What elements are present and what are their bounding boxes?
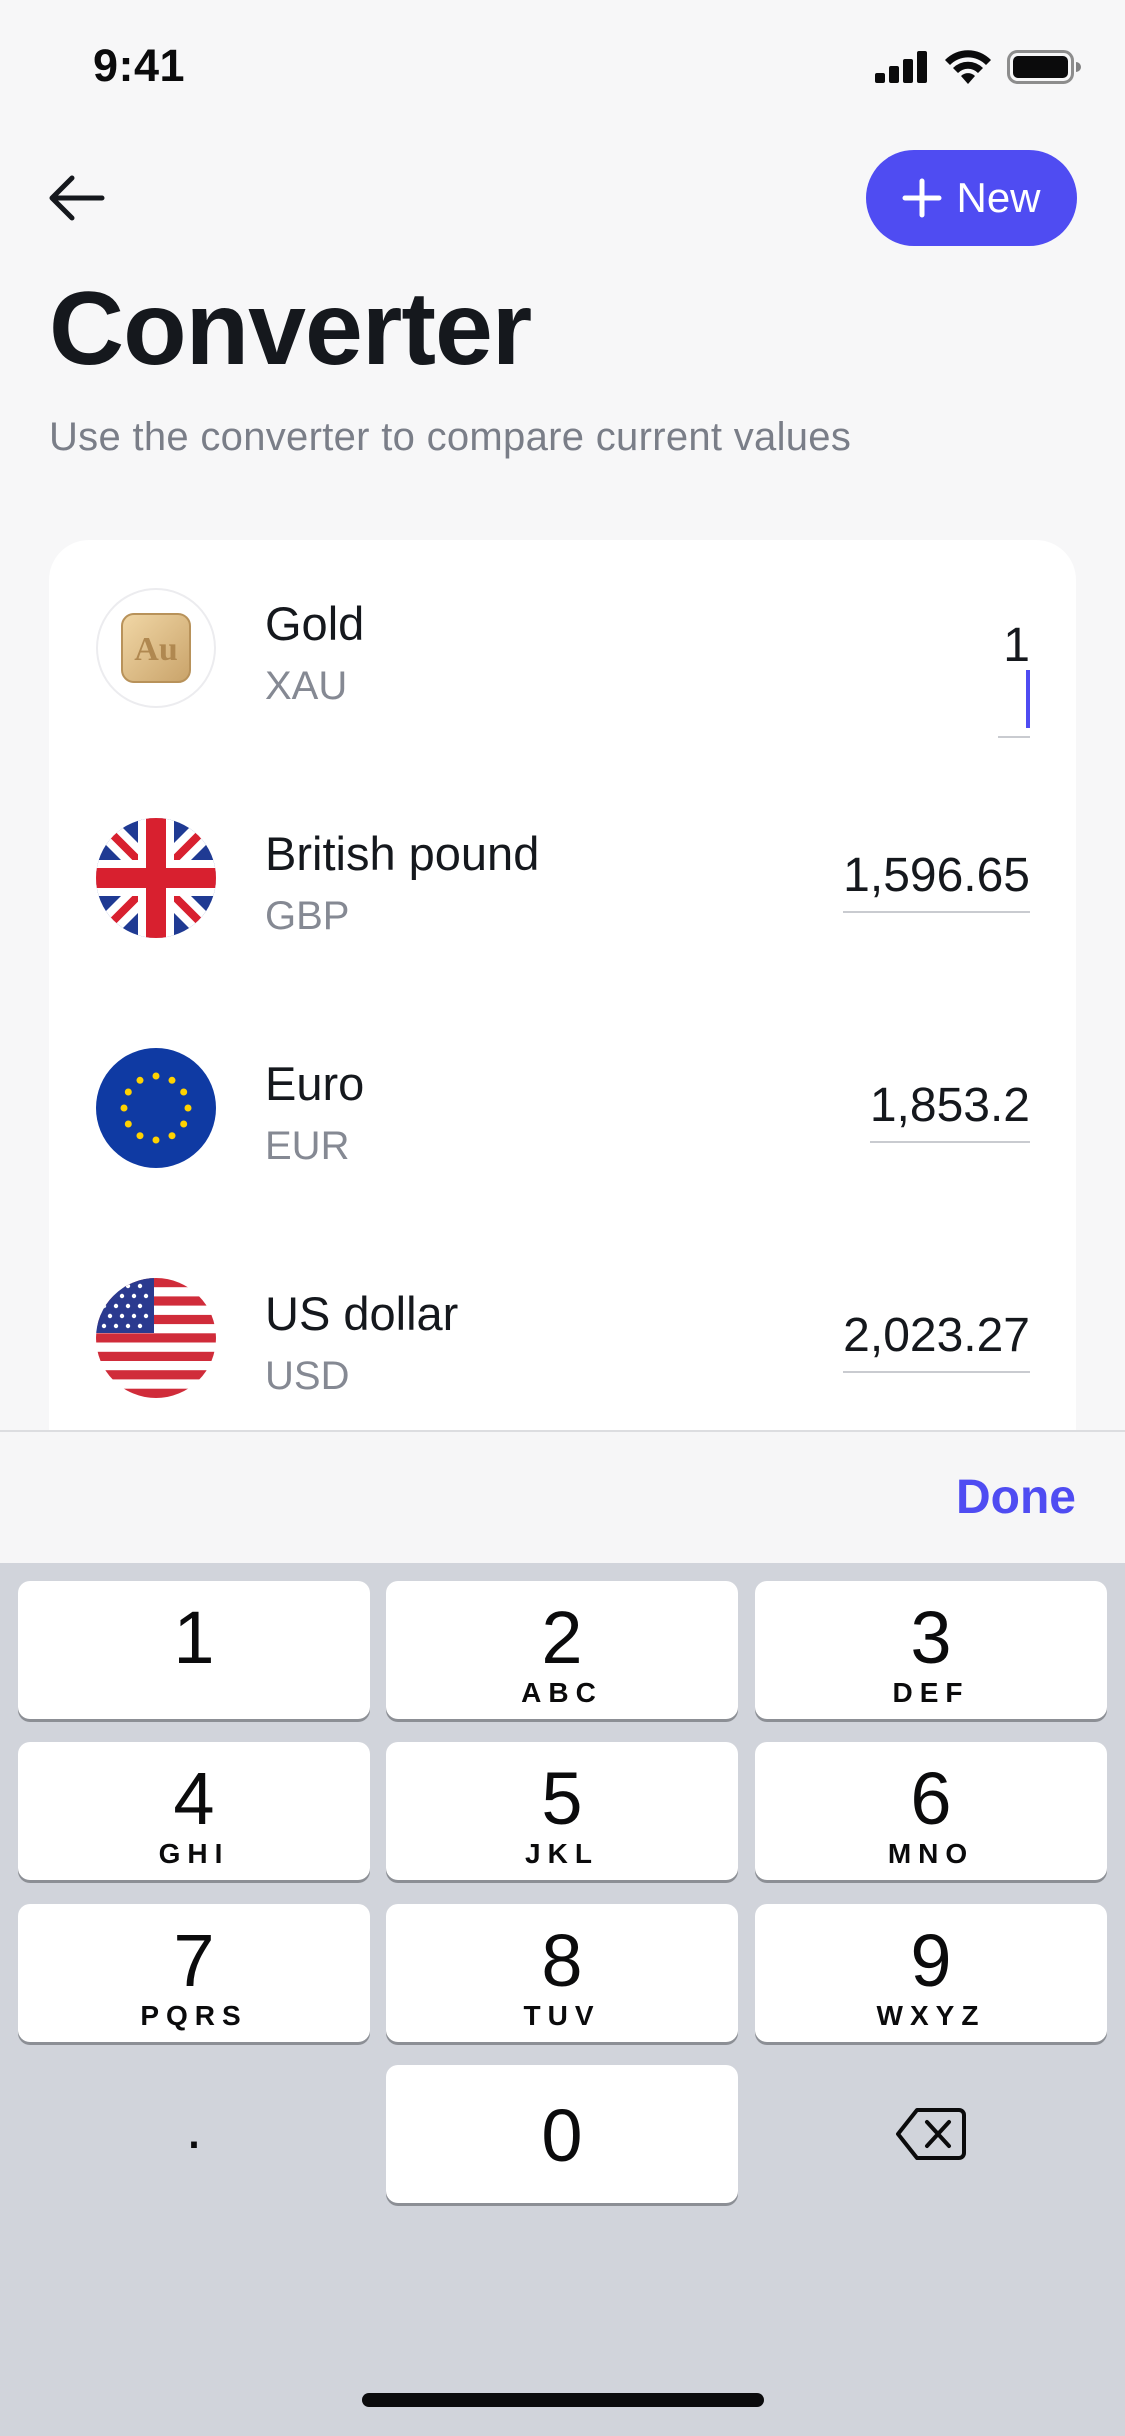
numeric-keyboard: 1 2 ABC 3 DEF 4 GHI 5 JKL 6 MNO 7 PQRS 8… [0,1563,1125,2436]
currency-name: US dollar [265,1287,459,1340]
currency-code: EUR [265,1124,350,1168]
backspace-icon [896,2108,966,2160]
delete-key[interactable] [755,2065,1107,2203]
status-icons [875,50,1081,84]
gbp-amount-input[interactable]: 1,596.65 [843,848,1030,913]
key-digit: 2 [541,1596,583,1679]
currency-row-eur[interactable]: Euro EUR 1,853.2 [49,1000,1076,1230]
key-letters: TUV [523,2000,601,2031]
key-digit: . [185,2094,203,2161]
currency-row-usd[interactable]: US dollar USD 2,023.27 [49,1230,1076,1440]
gold-amount-input[interactable]: 1 [998,618,1030,739]
arrow-left-icon [49,175,105,221]
new-button-label: New [956,174,1041,221]
key-2[interactable]: 2 ABC [386,1581,738,1719]
eu-flag-icon [96,1048,216,1168]
wifi-icon [945,50,991,84]
uk-flag-icon [96,818,216,938]
key-letters: PQRS [140,2000,248,2031]
key-0[interactable]: 0 [386,2065,738,2203]
key-4[interactable]: 4 GHI [18,1742,370,1880]
key-letters: JKL [525,1838,599,1869]
currency-code: USD [265,1354,350,1398]
plus-icon [902,178,942,218]
done-button[interactable]: Done [956,1470,1076,1525]
key-digit: 6 [910,1757,952,1840]
key-letters: DEF [892,1677,970,1708]
home-indicator[interactable] [362,2393,764,2407]
currency-name: Euro [265,1057,365,1110]
currency-row-gold[interactable]: Au Gold XAU 1 [49,540,1076,770]
key-7[interactable]: 7 PQRS [18,1904,370,2042]
key-digit: 0 [541,2094,583,2177]
page-subtitle: Use the converter to compare current val… [49,415,852,459]
status-bar: 9:41 [0,0,1125,140]
key-digit: 1 [173,1596,215,1679]
key-6[interactable]: 6 MNO [755,1742,1107,1880]
key-digit: 7 [173,1919,215,2002]
back-button[interactable] [44,165,110,231]
cellular-signal-icon [875,51,927,83]
key-digit: 5 [541,1757,583,1840]
key-digit: 8 [541,1919,583,2002]
key-letters: ABC [521,1677,603,1708]
key-digit: 4 [173,1757,215,1840]
currency-row-gbp[interactable]: British pound GBP 1,596.65 [49,770,1076,1000]
gold-amount-value: 1 [1003,619,1030,672]
page-title: Converter [49,271,532,387]
gold-symbol: Au [134,631,177,668]
usd-amount-input[interactable]: 2,023.27 [843,1308,1030,1373]
eur-amount-input[interactable]: 1,853.2 [869,1078,1030,1143]
gold-bar-icon: Au [96,588,216,708]
converter-card: Au Gold XAU 1 British pound GBP 1,596.65 [49,540,1076,1440]
key-5[interactable]: 5 JKL [386,1742,738,1880]
key-3[interactable]: 3 DEF [755,1581,1107,1719]
keyboard-accessory-bar: Done [0,1430,1125,1563]
key-digit: 9 [910,1919,952,2002]
text-cursor [1026,670,1030,729]
key-8[interactable]: 8 TUV [386,1904,738,2042]
currency-code: XAU [265,664,348,708]
key-letters: GHI [158,1838,230,1869]
key-1[interactable]: 1 [18,1581,370,1719]
new-button[interactable]: New [866,150,1077,246]
key-9[interactable]: 9 WXYZ [755,1904,1107,2042]
status-time: 9:41 [93,40,186,91]
battery-icon [1007,50,1081,84]
us-flag-icon [96,1278,216,1398]
key-letters: MNO [887,1838,975,1869]
currency-code: GBP [265,894,350,938]
key-digit: 3 [910,1596,952,1679]
currency-name: British pound [265,827,540,880]
key-decimal[interactable]: . [18,2065,370,2203]
currency-name: Gold [265,597,365,650]
key-letters: WXYZ [876,2000,986,2031]
